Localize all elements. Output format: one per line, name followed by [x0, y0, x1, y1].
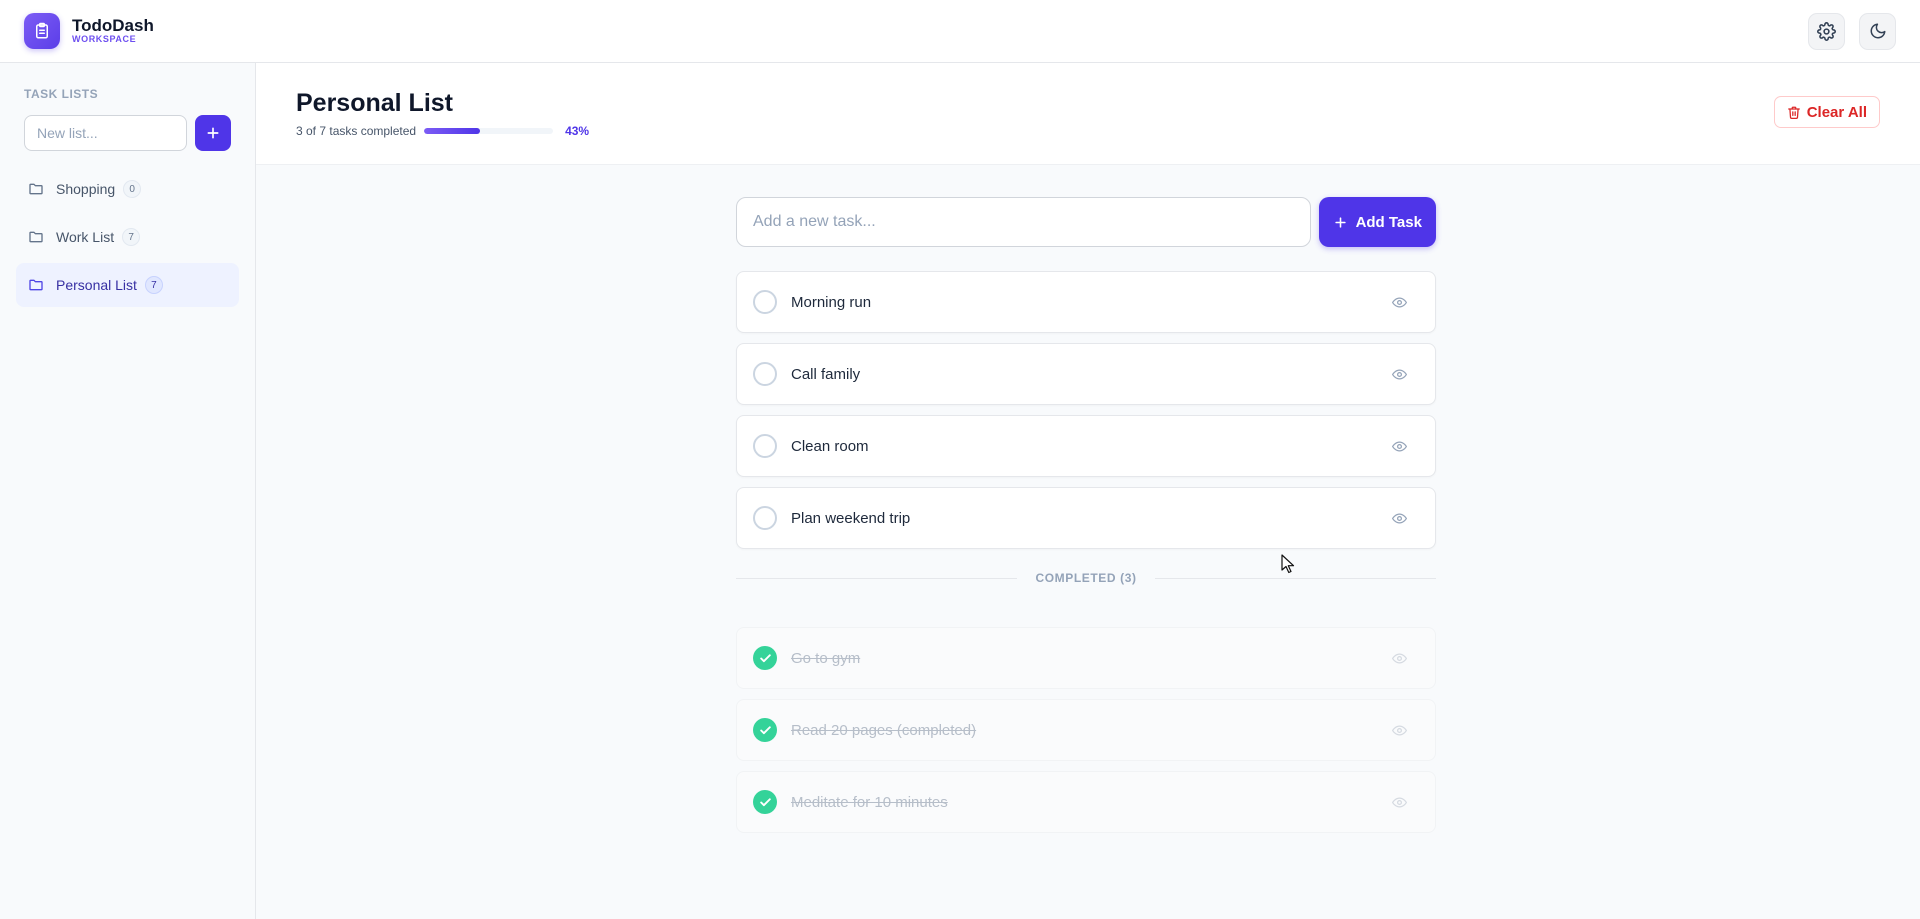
task-title: Clean room [791, 437, 869, 455]
clear-all-label: Clear All [1806, 103, 1867, 121]
task-title: Read 20 pages (completed) [791, 721, 977, 739]
brand: TodoDash WORKSPACE [24, 13, 154, 49]
sidebar: TASK LISTS Shopping 0 Work List 7 Person… [0, 63, 256, 919]
task-item[interactable]: Clean room [736, 415, 1436, 477]
task-item[interactable]: Morning run [736, 271, 1436, 333]
check-icon [759, 797, 771, 806]
task-item[interactable]: Call family [736, 343, 1436, 405]
task-checkbox[interactable] [753, 434, 777, 458]
sidebar-item-personal-list[interactable]: Personal List 7 [16, 263, 239, 307]
eye-icon[interactable] [1392, 295, 1407, 310]
eye-icon[interactable] [1392, 795, 1407, 810]
task-checkbox[interactable] [753, 362, 777, 386]
page-title: Personal List [296, 89, 453, 117]
completed-task-item[interactable]: Read 20 pages (completed) [736, 699, 1436, 761]
task-panel: Add Task Morning run Call family Clean r… [736, 197, 1437, 843]
app-subtitle: WORKSPACE [72, 34, 137, 45]
eye-icon[interactable] [1392, 723, 1407, 738]
task-item[interactable]: Plan weekend trip [736, 487, 1436, 549]
clear-all-button[interactable]: Clear All [1773, 96, 1880, 128]
folder-icon [28, 229, 44, 245]
check-icon [759, 653, 771, 662]
completed-task-item[interactable]: Go to gym [736, 627, 1436, 689]
completed-divider: COMPLETED (3) [736, 571, 1437, 585]
progress-bar [424, 128, 554, 134]
eye-icon[interactable] [1392, 439, 1407, 454]
mouse-cursor-icon [1281, 554, 1295, 579]
add-task-button[interactable]: Add Task [1318, 197, 1436, 247]
completed-task-item[interactable]: Meditate for 10 minutes [736, 771, 1436, 833]
task-checkbox-checked[interactable] [753, 718, 777, 742]
plus-icon [207, 127, 219, 139]
moon-icon [1870, 23, 1885, 39]
sidebar-item-shopping[interactable]: Shopping 0 [16, 167, 239, 211]
plus-icon [1334, 216, 1346, 228]
sidebar-item-label: Shopping [56, 181, 116, 197]
clipboard-icon [24, 13, 60, 49]
count-badge: 7 [144, 276, 163, 294]
count-badge: 7 [122, 228, 141, 246]
add-list-button[interactable] [195, 115, 231, 151]
add-task-label: Add Task [1355, 213, 1422, 231]
count-badge: 0 [123, 180, 142, 198]
sidebar-item-work-list[interactable]: Work List 7 [16, 215, 239, 259]
check-icon [759, 725, 771, 734]
progress-text: 3 of 7 tasks completed [296, 124, 417, 138]
progress-fill [424, 128, 480, 134]
eye-icon[interactable] [1392, 511, 1407, 526]
task-checkbox-checked[interactable] [753, 790, 777, 814]
completed-label: COMPLETED (3) [1035, 571, 1137, 585]
top-bar: TodoDash WORKSPACE [0, 0, 1920, 63]
task-title: Plan weekend trip [791, 509, 911, 527]
task-checkbox[interactable] [753, 290, 777, 314]
list-header: Personal List 3 of 7 tasks completed 43%… [256, 63, 1920, 165]
task-title: Call family [791, 365, 861, 383]
eye-icon[interactable] [1392, 367, 1407, 382]
trash-icon [1787, 106, 1800, 119]
sidebar-item-label: Personal List [56, 277, 137, 293]
task-title: Go to gym [791, 649, 861, 667]
gear-icon [1817, 21, 1836, 41]
new-task-input[interactable] [736, 197, 1311, 247]
folder-icon [28, 181, 44, 197]
task-title: Morning run [791, 293, 872, 311]
sidebar-item-label: Work List [56, 229, 115, 245]
progress-percent: 43% [565, 124, 590, 138]
task-checkbox[interactable] [753, 506, 777, 530]
new-list-input[interactable] [24, 115, 187, 151]
settings-button[interactable] [1808, 12, 1845, 50]
task-title: Meditate for 10 minutes [791, 793, 948, 811]
dark-mode-button[interactable] [1859, 12, 1896, 50]
folder-icon [28, 277, 44, 293]
eye-icon[interactable] [1392, 651, 1407, 666]
sidebar-heading: TASK LISTS [24, 87, 99, 101]
app-name: TodoDash [72, 15, 154, 35]
task-checkbox-checked[interactable] [753, 646, 777, 670]
